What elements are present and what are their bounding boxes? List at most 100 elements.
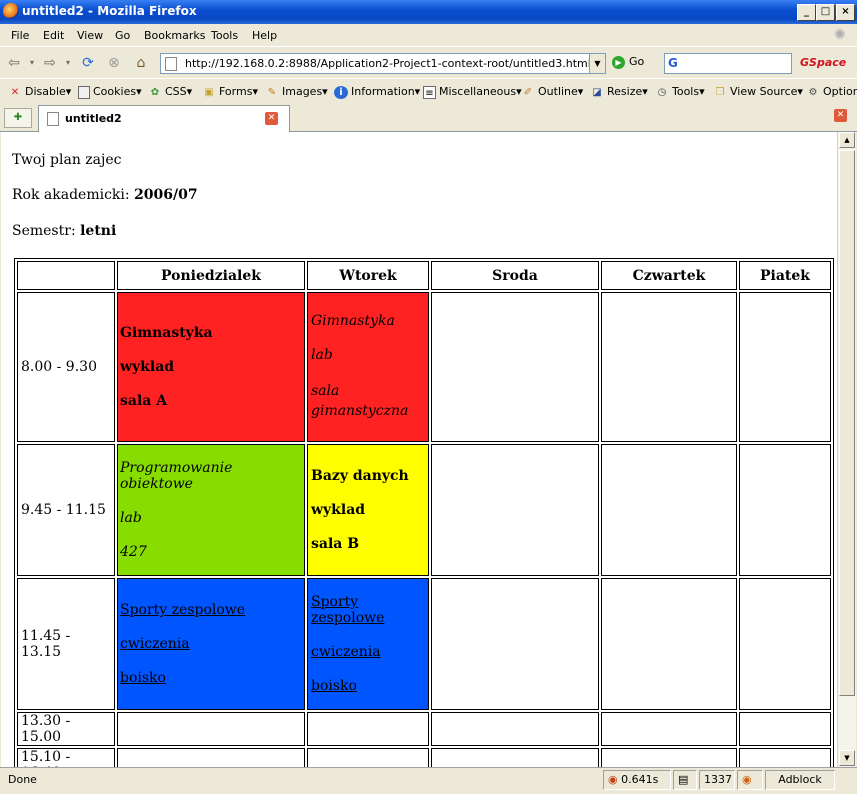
gspace-button[interactable]: GSpace	[800, 56, 846, 69]
stop-icon[interactable]: ⊗	[106, 55, 122, 71]
information-menu[interactable]: i Information▾	[334, 85, 420, 99]
header-monday: Poniedzialek	[117, 261, 305, 290]
window-title: untitled2 - Mozilla Firefox	[22, 4, 197, 18]
vertical-scrollbar[interactable]: ▲ ▼	[837, 132, 856, 767]
options-menu[interactable]: ⚙Options	[806, 85, 857, 99]
empty-cell	[601, 712, 737, 746]
scroll-thumb[interactable]	[839, 150, 855, 696]
empty-cell	[601, 578, 737, 710]
css-menu[interactable]: ✿ CSS▾	[148, 85, 192, 99]
disable-menu[interactable]: ✕ Disable▾	[8, 85, 72, 99]
header-wednesday: Sroda	[431, 261, 599, 290]
page-icon	[47, 112, 59, 126]
menu-bookmarks[interactable]: Bookmarks	[144, 29, 205, 42]
disable-icon: ✕	[10, 86, 20, 98]
minimize-button[interactable]: _	[797, 4, 816, 21]
empty-cell	[431, 748, 599, 767]
go-icon: ▶	[612, 55, 625, 69]
css-icon: ✿	[150, 86, 160, 98]
menu-edit[interactable]: Edit	[43, 29, 64, 42]
class-type: lab	[311, 347, 333, 363]
page-info-icon[interactable]: ▤	[673, 770, 697, 790]
empty-cell	[601, 292, 737, 442]
empty-cell	[601, 444, 737, 576]
menu-go[interactable]: Go	[115, 29, 130, 42]
options-icon: ⚙	[808, 86, 818, 98]
forms-menu[interactable]: ▣ Forms▾	[202, 85, 258, 99]
class-cell-monday-3[interactable]: Sporty zespolowe cwiczenia boisko	[117, 578, 305, 710]
class-subject: Gimnastyka	[120, 325, 213, 341]
tab-close-icon[interactable]: ✕	[265, 112, 278, 125]
tools-icon: ◷	[657, 86, 667, 98]
search-input[interactable]: G	[664, 53, 792, 74]
class-type: wyklad	[311, 502, 366, 518]
resize-menu[interactable]: ◪ Resize▾	[590, 85, 648, 99]
url-text[interactable]: http://192.168.0.2:8988/Application2-Pro…	[185, 57, 591, 70]
close-all-tabs-icon[interactable]: ✕	[834, 109, 847, 122]
go-button[interactable]: ▶ Go	[612, 55, 644, 69]
back-icon[interactable]: ⇦	[6, 55, 22, 71]
miscellaneous-menu[interactable]: ≡ Miscellaneous▾	[423, 85, 522, 99]
reload-icon[interactable]: ⟳	[80, 55, 96, 71]
class-room-link[interactable]: boisko	[120, 670, 304, 686]
class-subject-link[interactable]: Sporty zespolowe	[311, 594, 428, 626]
load-time-panel: ◉ 0.641s	[603, 770, 671, 790]
menu-help[interactable]: Help	[252, 29, 277, 42]
outline-icon: ✐	[523, 86, 533, 98]
schedule-table: Poniedzialek Wtorek Sroda Czwartek Piate…	[14, 258, 834, 767]
empty-cell	[739, 292, 831, 442]
counter-panel: 1337	[699, 770, 735, 790]
status-bar: Done ◉ 0.641s ▤ 1337 ◉ Adblock	[0, 767, 857, 794]
scroll-down-icon[interactable]: ▼	[839, 750, 855, 766]
menu-tools[interactable]: Tools	[211, 29, 238, 42]
class-cell-tuesday-3[interactable]: Sporty zespolowe cwiczenia boisko	[307, 578, 429, 710]
firefox-status-icon[interactable]: ◉	[737, 770, 763, 790]
class-room-link[interactable]: boisko	[311, 678, 428, 694]
throbber-icon: ✺	[834, 27, 846, 43]
maximize-button[interactable]: □	[816, 4, 835, 21]
class-room: sala gimanstyczna	[311, 383, 409, 419]
empty-cell	[307, 712, 429, 746]
home-icon[interactable]: ⌂	[133, 55, 149, 71]
scroll-up-icon[interactable]: ▲	[839, 132, 855, 148]
view-source-menu[interactable]: ❐ View Source▾	[713, 85, 803, 99]
title-bar: untitled2 - Mozilla Firefox _ □ ×	[0, 0, 857, 24]
empty-cell	[601, 748, 737, 767]
firefox-icon	[3, 3, 19, 19]
class-cell-tuesday-1: Gimnastyka lab sala gimanstyczna	[307, 292, 429, 442]
time-cell: 8.00 - 9.30	[17, 292, 115, 442]
back-dropdown-icon[interactable]: ▾	[24, 55, 40, 71]
time-cell: 9.45 - 11.15	[17, 444, 115, 576]
time-cell: 11.45 - 13.15	[17, 578, 115, 710]
class-subject: Programowanie obiektowe	[120, 460, 233, 492]
adblock-button[interactable]: Adblock	[765, 770, 835, 790]
cookies-icon	[78, 85, 90, 99]
academic-year: Rok akademicki: 2006/07	[12, 187, 198, 203]
tools-menu[interactable]: ◷ Tools▾	[655, 85, 705, 99]
google-icon: G	[668, 56, 678, 70]
url-dropdown-icon[interactable]: ▼	[589, 54, 605, 73]
table-row: 9.45 - 11.15 Programowanie obiektowe lab…	[17, 444, 831, 576]
outline-menu[interactable]: ✐ Outline▾	[521, 85, 584, 99]
tab-bar: ✚ untitled2 ✕ ✕	[0, 103, 857, 133]
class-subject-link[interactable]: Sporty zespolowe	[120, 602, 304, 618]
class-subject: Gimnastyka	[311, 313, 395, 329]
forward-dropdown-icon[interactable]: ▾	[60, 55, 76, 71]
new-tab-button[interactable]: ✚	[4, 108, 32, 128]
close-button[interactable]: ×	[836, 4, 855, 21]
header-blank	[17, 261, 115, 290]
menu-view[interactable]: View	[77, 29, 103, 42]
images-icon: ✎	[267, 86, 277, 98]
url-bar[interactable]: http://192.168.0.2:8988/Application2-Pro…	[160, 53, 606, 74]
class-type: wyklad	[120, 359, 175, 375]
empty-cell	[117, 748, 305, 767]
page-heading: Twoj plan zajec	[12, 152, 122, 168]
class-type-link[interactable]: cwiczenia	[311, 644, 428, 660]
table-row: 11.45 - 13.15 Sporty zespolowe cwiczenia…	[17, 578, 831, 710]
cookies-menu[interactable]: Cookies▾	[78, 85, 142, 99]
tab-untitled2[interactable]: untitled2 ✕	[38, 105, 290, 133]
class-type-link[interactable]: cwiczenia	[120, 636, 304, 652]
forward-icon[interactable]: ⇨	[42, 55, 58, 71]
menu-file[interactable]: File	[11, 29, 29, 42]
images-menu[interactable]: ✎ Images▾	[265, 85, 328, 99]
